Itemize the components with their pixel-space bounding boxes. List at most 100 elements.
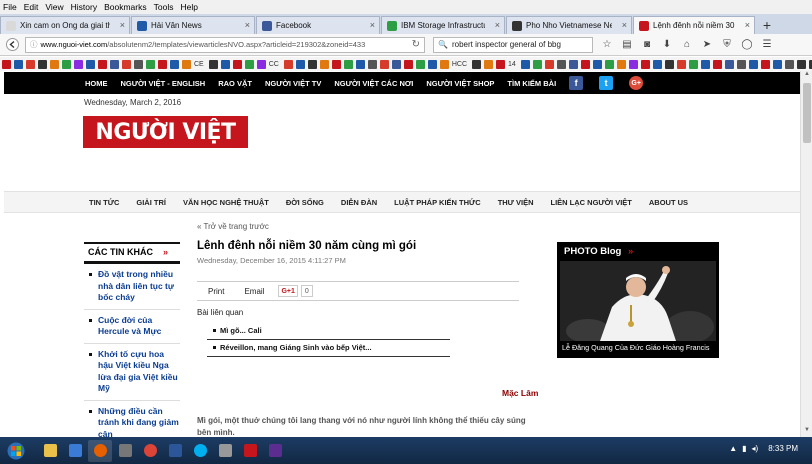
- tab-pho-nho[interactable]: Pho Nho Vietnamese New... ×: [506, 16, 632, 34]
- bookmark-14[interactable]: 14: [508, 60, 516, 69]
- print-button[interactable]: Print: [208, 287, 224, 296]
- reload-icon[interactable]: ↻: [412, 39, 420, 50]
- bookmark-icon[interactable]: [712, 59, 722, 69]
- close-icon[interactable]: ×: [622, 20, 627, 30]
- home-icon[interactable]: ⌂: [677, 39, 697, 50]
- bookmark-icon[interactable]: [182, 59, 191, 69]
- close-icon[interactable]: ×: [745, 20, 750, 30]
- menu-file[interactable]: File: [3, 2, 17, 12]
- more-arrow[interactable]: »: [163, 247, 168, 257]
- taskbar-word-icon[interactable]: [163, 440, 187, 462]
- other-news-link[interactable]: Khởi tố cựu hoa hậu Việt kiều Nga lừa đạ…: [98, 349, 180, 395]
- bookmark-icon[interactable]: [496, 59, 506, 69]
- more-arrow[interactable]: »: [628, 246, 633, 257]
- section-doi-song[interactable]: ĐỜI SỐNG: [286, 198, 324, 207]
- bookmark-icon[interactable]: [676, 59, 686, 69]
- bookmark-icon[interactable]: [736, 59, 746, 69]
- bookmark-icon[interactable]: [700, 59, 710, 69]
- start-button[interactable]: [4, 440, 28, 462]
- bookmark-icon[interactable]: [2, 59, 11, 69]
- google-plus-one-button[interactable]: G+1: [278, 285, 298, 297]
- taskbar-skype-icon[interactable]: [188, 440, 212, 462]
- menu-help[interactable]: Help: [180, 2, 197, 12]
- section-van-hoc[interactable]: VĂN HỌC NGHỆ THUẬT: [183, 198, 269, 207]
- bookmark-icon[interactable]: [556, 59, 566, 69]
- nav-shop[interactable]: NGƯỜI VIỆT SHOP: [426, 79, 494, 88]
- bookmark-icon[interactable]: [652, 59, 662, 69]
- bookmark-icon[interactable]: [628, 59, 638, 69]
- bookmark-icon[interactable]: [484, 59, 494, 69]
- bookmark-icon[interactable]: [244, 59, 254, 69]
- taskbar-explorer-icon[interactable]: [38, 440, 62, 462]
- close-icon[interactable]: ×: [120, 20, 125, 30]
- bookmark-icon[interactable]: [26, 59, 35, 69]
- bookmark-icon[interactable]: [580, 59, 590, 69]
- bookmark-icon[interactable]: [208, 59, 218, 69]
- nav-tv[interactable]: NGƯỜI VIỆT TV: [265, 79, 321, 88]
- bookmark-icon[interactable]: [724, 59, 734, 69]
- tab-facebook[interactable]: Facebook ×: [256, 16, 380, 34]
- bookmark-icon[interactable]: [220, 59, 230, 69]
- photo-blog-image[interactable]: [560, 261, 716, 341]
- google-plus-icon[interactable]: G+: [629, 76, 644, 90]
- other-news-link[interactable]: Cuộc đời của Hercule và Mực: [98, 315, 180, 338]
- bookmark-icon[interactable]: [158, 59, 167, 69]
- close-icon[interactable]: ×: [495, 20, 500, 30]
- send-icon[interactable]: ➤: [697, 39, 717, 50]
- bookmark-icon[interactable]: [688, 59, 698, 69]
- taskbar-media-icon[interactable]: [63, 440, 87, 462]
- bookmark-icon[interactable]: [664, 59, 674, 69]
- tab-xin-cam-on[interactable]: Xin cam on Ong da giai thich. ... ×: [0, 16, 130, 34]
- bookmark-star-icon[interactable]: ☆: [597, 39, 617, 50]
- tab-lenh-denh[interactable]: Lệnh đênh nỗi niềm 30 nă... ×: [633, 16, 755, 34]
- nav-home[interactable]: HOME: [85, 79, 108, 88]
- close-icon[interactable]: ×: [370, 20, 375, 30]
- bookmark-hcc[interactable]: HCC: [452, 60, 467, 69]
- bookmark-icon[interactable]: [391, 59, 401, 69]
- other-news-link[interactable]: Đồ vật trong nhiều nhà dân liên tục tự b…: [98, 269, 180, 304]
- tray-arrow-icon[interactable]: ▲: [729, 444, 737, 453]
- menu-edit[interactable]: Edit: [24, 2, 39, 12]
- download-icon[interactable]: ⬇: [657, 39, 677, 50]
- bookmark-icon[interactable]: [796, 59, 806, 69]
- bookmark-icon[interactable]: [86, 59, 95, 69]
- new-tab-button[interactable]: +: [756, 16, 778, 34]
- photo-blog-caption[interactable]: Lễ Đăng Quang Của Đức Giáo Hoàng Francis: [562, 343, 709, 352]
- shield-icon[interactable]: ⛨: [717, 39, 737, 50]
- bookmark-icon[interactable]: [403, 59, 413, 69]
- scroll-down-arrow-icon[interactable]: ▼: [801, 427, 812, 437]
- bookmark-icon[interactable]: [14, 59, 23, 69]
- bookmark-icon[interactable]: [38, 59, 47, 69]
- bookmark-icon[interactable]: [295, 59, 305, 69]
- scroll-up-arrow-icon[interactable]: ▲: [801, 71, 812, 81]
- related-article-link[interactable]: Réveillon, mang Giáng Sinh vào bếp Việt.…: [207, 340, 450, 357]
- section-lien-lac[interactable]: LIÊN LẠC NGƯỜI VIỆT: [551, 198, 632, 207]
- nguoi-viet-logo[interactable]: NGƯỜI VIỆT: [83, 116, 248, 148]
- bookmark-icon[interactable]: [110, 59, 119, 69]
- bookmark-icon[interactable]: [592, 59, 602, 69]
- back-link[interactable]: « Trở về trang trước: [197, 222, 269, 231]
- bookmark-icon[interactable]: [122, 59, 131, 69]
- bookmark-icon[interactable]: [784, 59, 794, 69]
- bookmark-icon[interactable]: [170, 59, 179, 69]
- bookmark-icon[interactable]: [772, 59, 782, 69]
- bookmark-icon[interactable]: [748, 59, 758, 69]
- search-input[interactable]: 🔍 robert inspector general of bbg: [433, 36, 593, 53]
- taskbar-app-icon[interactable]: [113, 440, 137, 462]
- bookmark-icon[interactable]: [98, 59, 107, 69]
- bookmark-icon[interactable]: [50, 59, 59, 69]
- facebook-icon[interactable]: f: [569, 76, 584, 90]
- bookmark-ce[interactable]: CE: [194, 60, 204, 69]
- hamburger-menu-icon[interactable]: ☰: [757, 39, 777, 50]
- bookmark-icon[interactable]: [62, 59, 71, 69]
- section-thu-vien[interactable]: THƯ VIỆN: [498, 198, 534, 207]
- tab-hai-van-news[interactable]: Hải Vân News ×: [131, 16, 255, 34]
- twitter-icon[interactable]: t: [599, 76, 614, 90]
- nav-cac-noi[interactable]: NGƯỜI VIỆT CÁC NƠI: [334, 79, 413, 88]
- bookmark-icon[interactable]: [604, 59, 614, 69]
- bookmark-icon[interactable]: [640, 59, 650, 69]
- volume-icon[interactable]: ◂): [752, 444, 759, 453]
- tab-ibm-storage[interactable]: IBM Storage Infrastructure ... ×: [381, 16, 505, 34]
- photo-blog-widget[interactable]: PHOTO Blog » Lễ Đăng Quang Của Đức Giáo …: [557, 242, 719, 358]
- taskbar-firefox-icon[interactable]: [88, 439, 112, 462]
